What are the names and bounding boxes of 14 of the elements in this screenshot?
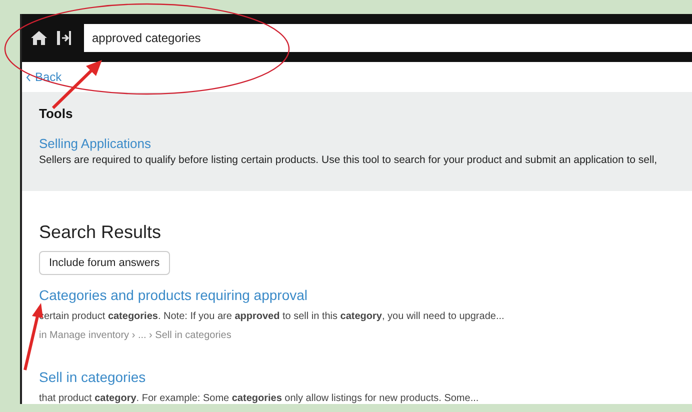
search-results-heading: Search Results (39, 220, 162, 244)
search-field[interactable]: approved categories (84, 24, 692, 52)
panel-toggle-icon[interactable] (56, 29, 72, 47)
tools-heading: Tools (39, 105, 74, 123)
tools-description: Sellers are required to qualify before listing certain products. Use this tool to search for your product and submit an application to sell, (39, 153, 658, 168)
back-link[interactable]: Back (26, 68, 62, 86)
result-snippet: that product category. For example: Some categories only allow listings for new products. Some... (39, 392, 480, 406)
result-title-link[interactable]: Sell in categories (39, 367, 675, 388)
chevron-left-icon (26, 72, 31, 82)
include-forum-answers-button[interactable]: Include forum answers (39, 250, 170, 276)
result-title-link[interactable]: Categories and products requiring approval (39, 285, 675, 306)
result-breadcrumb: in Manage inventory › ... › Sell in categories (39, 329, 232, 344)
home-icon[interactable] (30, 29, 48, 47)
selling-applications-link[interactable]: Selling Applications (39, 134, 675, 153)
